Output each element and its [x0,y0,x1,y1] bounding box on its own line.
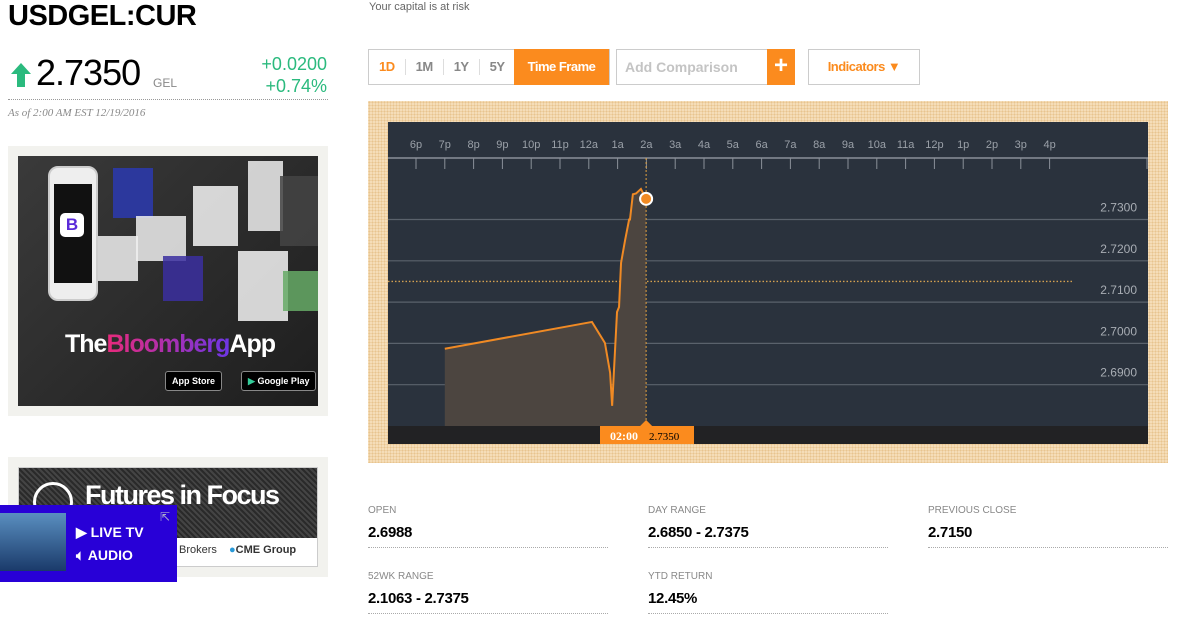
x-tick-label: 1p [957,139,969,151]
google-play-badge[interactable]: ▶ Google Play [241,371,317,391]
sponsor-cme-label: CME Group [235,544,297,556]
y-tick-label: 2.7000 [1100,324,1137,338]
range-1y[interactable]: 1Y [444,59,480,75]
popout-icon[interactable]: ⇱ [160,510,170,524]
x-tick-label: 4p [1043,139,1055,151]
cme-globe-icon: ● [229,544,236,556]
stat-open: Open 2.6988 [368,505,608,548]
x-tick-label: 12a [580,139,599,151]
stat-value: 2.6850 - 2.7375 [648,524,888,548]
x-tick-label: 4a [698,139,711,151]
range-1m[interactable]: 1M [406,59,444,75]
x-tick-label: 8p [467,139,479,151]
x-tick-label: 10p [522,139,540,151]
y-tick-label: 2.7200 [1100,242,1137,256]
x-tick-label: 5a [727,139,740,151]
stat-value: 2.1063 - 2.7375 [368,590,608,614]
divider [8,99,328,100]
x-tick-label: 2a [640,139,653,151]
stat-value: 12.45% [648,590,888,614]
live-tv-label: LIVE TV [90,524,144,540]
x-tick-label: 7p [439,139,451,151]
indicators-dropdown[interactable]: Indicators ▼ [808,49,920,85]
speaker-icon: 🔈︎ [76,547,85,563]
range-selector: 1D 1M 1Y 5Y Time Frame [368,49,610,85]
risk-note: Your capital is at risk [369,1,470,13]
stat-previous-close: Previous Close 2.7150 [928,505,1168,548]
cursor-time: 02:00 [610,429,638,443]
audio-button[interactable]: 🔈︎ AUDIO [76,547,133,564]
cursor-value: 2.7350 [649,431,680,443]
add-comparison-input[interactable] [625,59,765,75]
app-store-badge[interactable]: App Store [165,371,223,391]
brand-text: App [229,330,276,358]
stat-label: Day Range [648,505,706,516]
phone-illustration: B [48,166,98,301]
x-tick-label: 9p [496,139,508,151]
x-tick-label: 8a [813,139,826,151]
price-chart[interactable]: 6p 7p 8p 9p 10p 11p 12a 1a 2a 3a 4a 5a 6a 7a 8a 9a 10a 11… [388,122,1148,444]
stat-value: 2.7150 [928,524,1168,548]
price: 2.7350 [36,52,141,93]
app-store-label: App Store [172,376,216,386]
time-frame-button[interactable]: Time Frame [514,49,609,85]
comparison-box: + [616,49,795,85]
stat-label: Previous Close [928,505,1017,516]
sponsor-cme: ●CME Group [229,544,296,556]
stat-value: 2.6988 [368,524,608,548]
stat-day-range: Day Range 2.6850 - 2.7375 [648,505,888,548]
google-play-label: Google Play [257,376,310,386]
x-tick-label: 6a [755,139,768,151]
stat-label: YTD Return [648,571,713,582]
x-tick-label: 9a [842,139,855,151]
time-bar [388,426,1148,444]
x-tick-label: 11p [551,139,569,151]
stat-ytd-return: YTD Return 12.45% [648,571,888,614]
x-tick-label: 11a [897,139,915,151]
range-1d[interactable]: 1D [369,59,406,75]
as-of-timestamp: As of 2:00 AM EST 12/19/2016 [8,107,146,119]
app-brand: TheBloombergApp [65,330,276,359]
brand-text: The [65,330,107,358]
currency: GEL [153,76,178,90]
x-tick-label: 3a [669,139,682,151]
x-tick-label: 3p [1015,139,1027,151]
sponsor: Brokers [179,544,217,556]
y-tick-label: 2.6900 [1100,366,1137,380]
x-tick-label: 2p [986,139,998,151]
x-tick-label: 6p [410,139,422,151]
x-tick-label: 7a [784,139,797,151]
price-change: +0.0200 [261,54,327,74]
range-5y[interactable]: 5Y [480,59,515,75]
live-player[interactable]: ▶ LIVE TV 🔈︎ AUDIO ⇱ [0,505,177,582]
audio-label: AUDIO [87,547,133,563]
y-tick-label: 2.7300 [1100,201,1137,215]
ticker-title: USDGEL:CUR [8,0,197,32]
y-tick-label: 2.7100 [1100,283,1137,297]
x-tick-label: 1a [611,139,624,151]
stat-label: Open [368,505,397,516]
x-tick-label: 10a [868,139,887,151]
stat-52wk-range: 52wk Range 2.1063 - 2.7375 [368,571,608,614]
bloomberg-app-ad[interactable]: B TheBloombergApp App Store ▶ Google Pla… [8,146,328,416]
bloomberg-logo: B [60,213,84,237]
stat-label: 52wk Range [368,571,434,582]
arrow-up-icon [11,63,31,87]
play-store-icon: ▶ [248,376,255,386]
live-tv-button[interactable]: ▶ LIVE TV [76,524,144,541]
add-comparison-button[interactable]: + [767,49,795,85]
play-icon: ▶ [76,524,87,540]
brand-text: Bloomberg [106,330,230,358]
current-point [639,191,654,206]
x-tick-label: 12p [925,139,943,151]
price-change-percent: +0.74% [265,76,327,96]
live-thumbnail[interactable] [0,513,66,571]
